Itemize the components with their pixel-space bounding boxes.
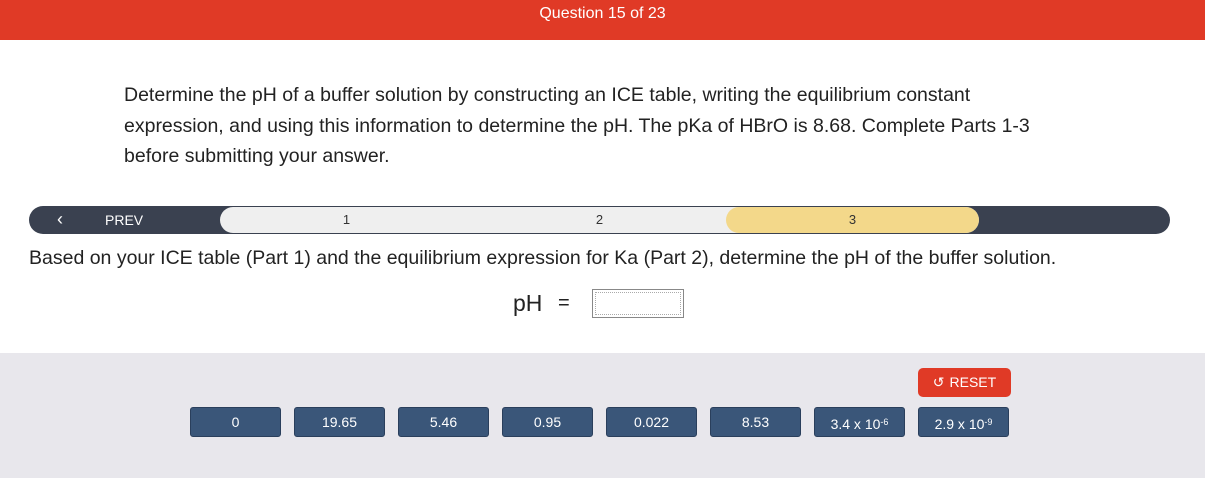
step-track: 1 2 3 (220, 207, 979, 233)
answer-tile[interactable]: 5.46 (398, 407, 489, 437)
reset-icon: ↺ (932, 374, 945, 390)
prev-button[interactable]: PREV (105, 212, 143, 228)
step-3-active[interactable]: 3 (726, 207, 979, 233)
question-counter: Question 15 of 23 (539, 5, 666, 22)
header-bar: Question 15 of 23 (0, 0, 1205, 40)
answer-tile[interactable]: 2.9 x 10-9 (918, 407, 1009, 437)
equals-sign: = (558, 292, 570, 314)
ph-label: pH (513, 290, 543, 316)
answer-tile[interactable]: 0 (190, 407, 281, 437)
answer-tile[interactable]: 19.65 (294, 407, 385, 437)
answer-tile[interactable]: 8.53 (710, 407, 801, 437)
question-prompt: Determine the pH of a buffer solution by… (124, 84, 1030, 167)
answer-tile[interactable]: 3.4 x 10-6 (814, 407, 905, 437)
answer-tile[interactable]: 0.022 (606, 407, 697, 437)
ph-answer-dropzone[interactable] (592, 289, 684, 318)
step-1[interactable]: 1 (220, 207, 473, 233)
part-navigation: ‹ PREV 1 2 3 (29, 206, 1170, 234)
reset-button[interactable]: ↺ RESET (918, 368, 1011, 397)
chevron-left-icon[interactable]: ‹ (57, 209, 71, 229)
answer-tile[interactable]: 0.95 (502, 407, 593, 437)
reset-label: RESET (949, 374, 997, 390)
part-question: Based on your ICE table (Part 1) and the… (29, 247, 1057, 269)
step-2[interactable]: 2 (473, 207, 726, 233)
answer-tile-tray (0, 353, 1205, 478)
